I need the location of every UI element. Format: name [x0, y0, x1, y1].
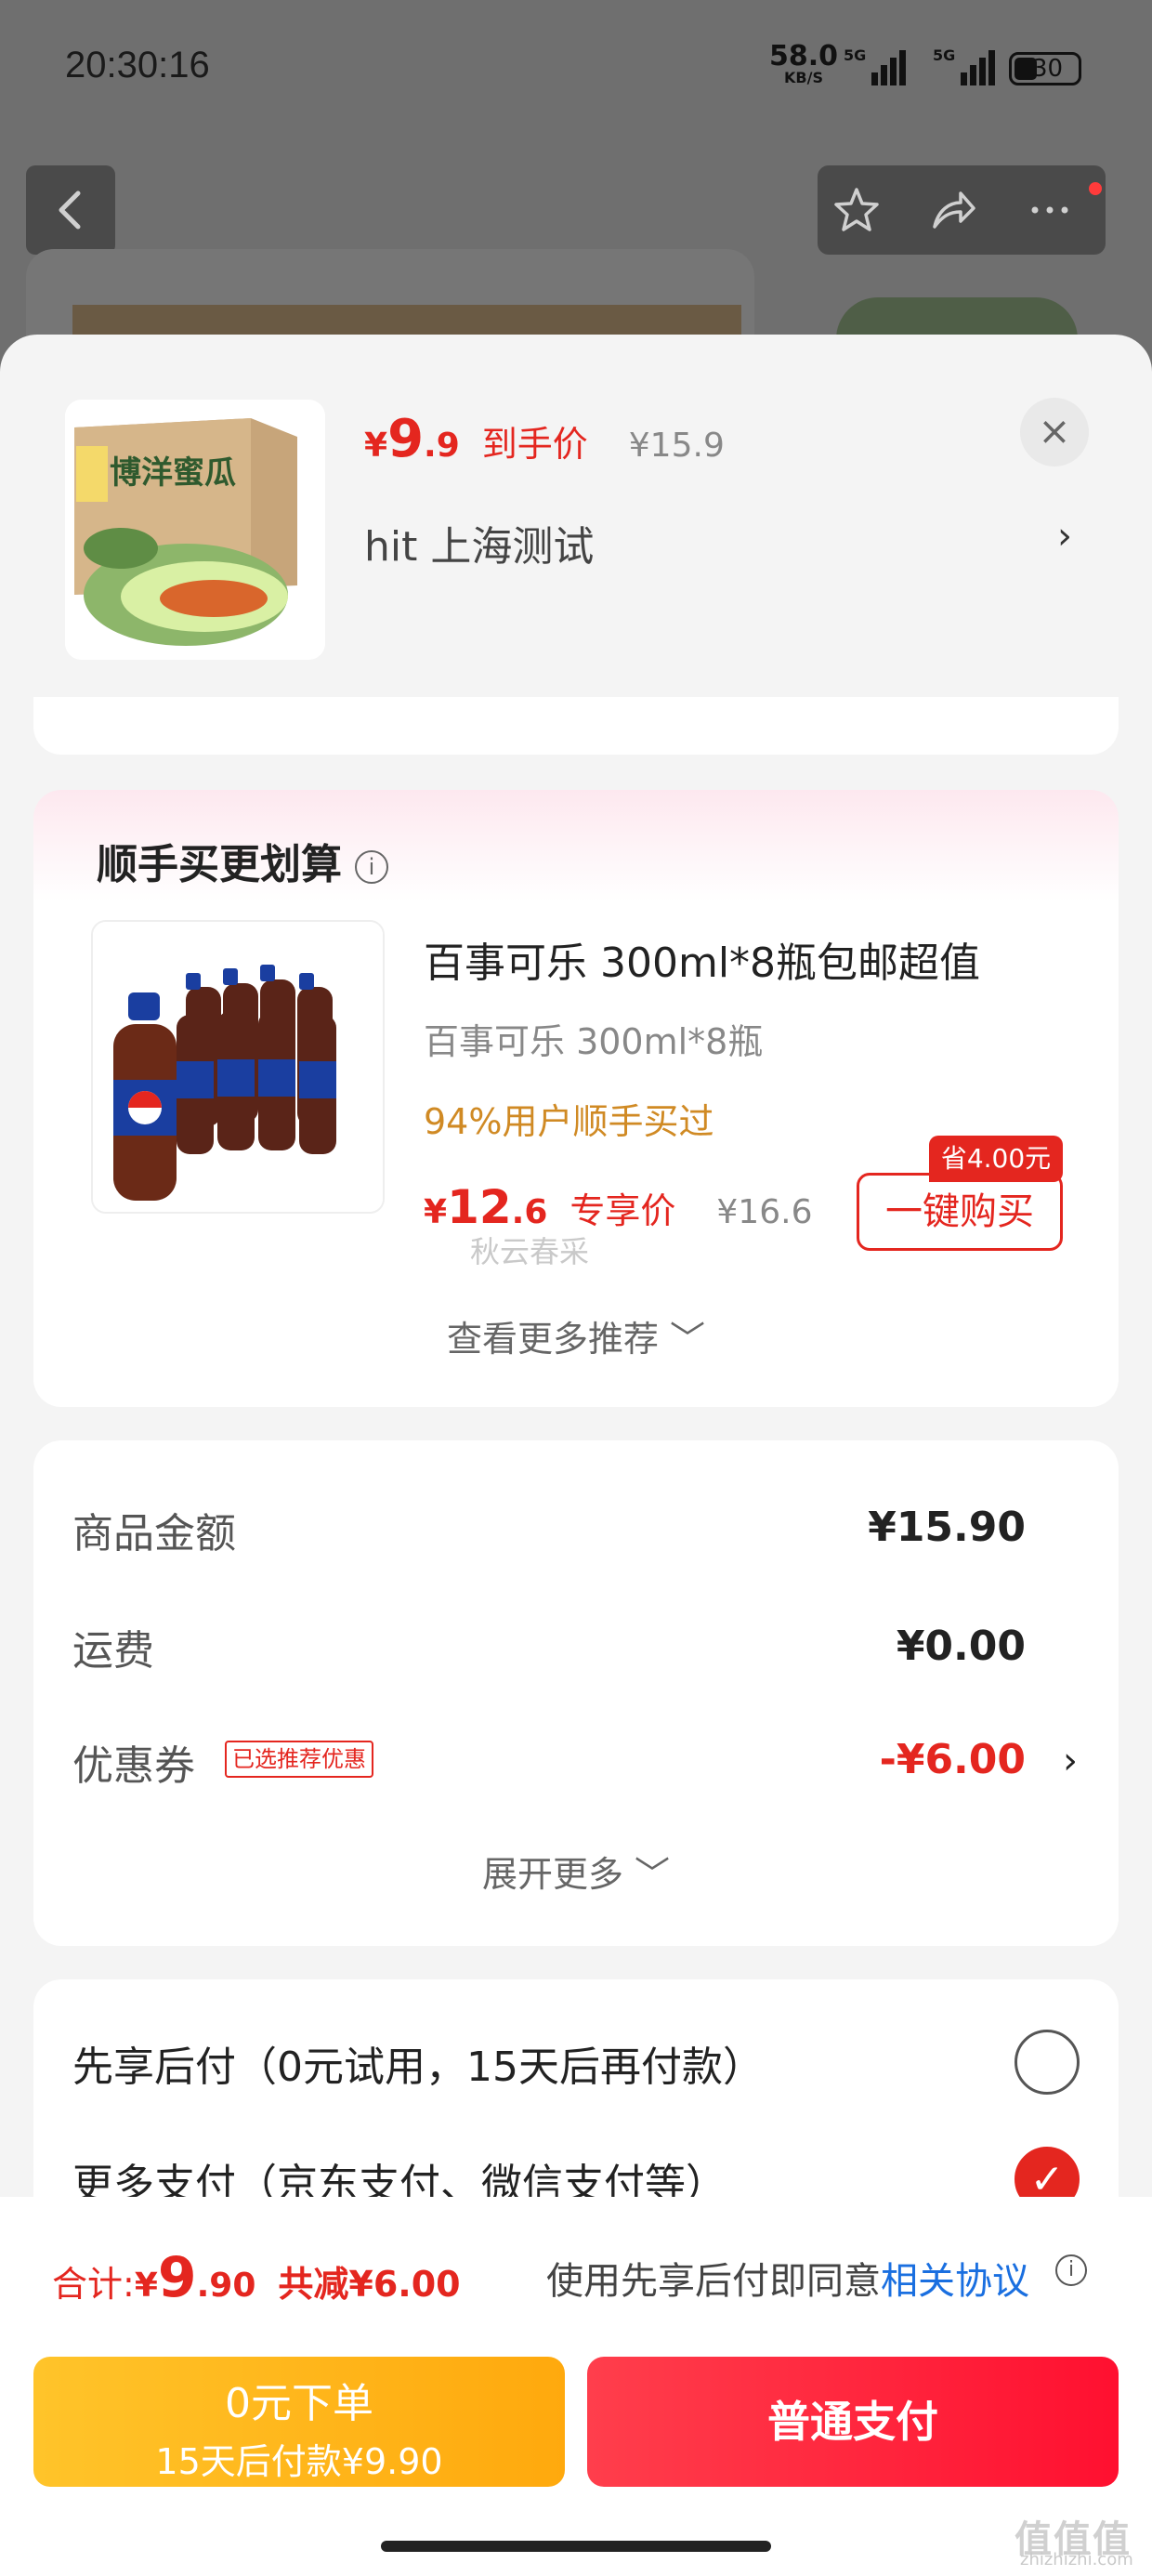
goods-amount-value: ¥15.90 — [868, 1504, 1026, 1551]
pay-later-radio[interactable] — [1015, 2030, 1080, 2095]
coupon-selected-tag: 已选推荐优惠 — [225, 1741, 373, 1778]
more-icon[interactable] — [1026, 186, 1074, 234]
coupon-label[interactable]: 优惠券 — [72, 1732, 195, 1792]
expand-more-link[interactable]: 展开更多 ﹀ — [33, 1846, 1119, 1897]
normal-pay-button[interactable]: 普通支付 — [587, 2357, 1119, 2487]
final-price-label: 到手价 — [481, 424, 588, 465]
top-actions — [818, 165, 1106, 255]
battery-icon: 30 — [1009, 52, 1081, 85]
shipping-value: ¥0.00 — [896, 1623, 1026, 1670]
zero-order-button[interactable]: 0元下单 15天后付款¥9.90 — [33, 2357, 565, 2487]
upsell-price-line: ¥ 12 .6 专享价 ¥16.6 — [424, 1180, 813, 1234]
signal-icon-2: 5G — [933, 46, 995, 85]
info-icon[interactable]: i — [355, 850, 388, 884]
close-icon: × — [1038, 408, 1071, 453]
upsell-card: 顺手买更划算 i 百事可乐 300ml*8瓶包邮超值 百事可乐 300ml*8瓶… — [33, 790, 1119, 1407]
delivery-address[interactable]: hit 上海测试 — [364, 513, 594, 572]
agreement-link[interactable]: 相关协议 — [881, 2260, 1029, 2303]
back-button[interactable] — [26, 165, 115, 255]
status-time: 20:30:16 — [65, 45, 210, 85]
chevron-left-icon — [59, 191, 81, 230]
svg-text:博洋蜜瓜: 博洋蜜瓜 — [110, 454, 236, 492]
product-thumbnail: 博洋蜜瓜 — [65, 400, 325, 660]
signal-icon: 5G — [844, 46, 906, 85]
amounts-card: 商品金额 ¥15.90 运费 ¥0.00 优惠券 已选推荐优惠 -¥6.00 ›… — [33, 1440, 1119, 1946]
coupon-value[interactable]: -¥6.00 — [880, 1736, 1026, 1783]
goods-amount-label: 商品金额 — [72, 1510, 236, 1557]
chevron-right-icon[interactable]: › — [1057, 515, 1072, 558]
one-click-buy-button[interactable]: 一键购买 — [857, 1173, 1063, 1251]
chevron-right-icon[interactable]: › — [1063, 1740, 1078, 1782]
sku-card-bottom — [33, 697, 1119, 755]
checkout-bar: 合计: ¥ 9 .90 共减¥6.00 使用先享后付即同意相关协议 i 0元下单… — [0, 2197, 1152, 2576]
watermark-url: zhizhizhi.com — [1020, 2550, 1133, 2569]
network-speed: 58.0 KB/S — [769, 40, 839, 86]
upsell-product-name[interactable]: 百事可乐 300ml*8瓶包邮超值 — [424, 929, 980, 989]
more-recommendations-link[interactable]: 查看更多推荐 ﹀ — [33, 1310, 1119, 1361]
savings-badge: 省4.00元 — [929, 1136, 1063, 1182]
pay-later-option[interactable]: 先享后付（0元试用，15天后再付款） — [72, 2033, 764, 2093]
agreement-text: 使用先享后付即同意相关协议 — [546, 2260, 1029, 2303]
upsell-thumbnail[interactable] — [91, 920, 385, 1214]
melon-box-image: 博洋蜜瓜 — [65, 400, 325, 660]
original-price: ¥15.9 — [628, 427, 725, 465]
shipping-label: 运费 — [72, 1627, 154, 1675]
share-icon[interactable] — [929, 186, 977, 234]
sheet-header: 博洋蜜瓜 ¥ 9 .9 到手价 ¥15.9 hit 上海测试 › × — [0, 335, 1152, 697]
product-price-line: ¥ 9 .9 到手价 ¥15.9 — [364, 409, 725, 469]
watermark-text: 秋云春采 — [470, 1234, 590, 1269]
home-indicator[interactable] — [381, 2541, 771, 2552]
total-amount: 合计: ¥ 9 .90 共减¥6.00 — [52, 2245, 461, 2310]
upsell-purchase-rate: 94%用户顺手买过 — [424, 1101, 714, 1142]
upsell-original-price: ¥16.6 — [716, 1193, 813, 1231]
pepsi-bottles-image — [93, 922, 383, 1212]
exclusive-price-label: 专享价 — [569, 1190, 676, 1231]
total-reduction: 共减¥6.00 — [278, 2264, 461, 2305]
close-button[interactable]: × — [1020, 398, 1089, 467]
upsell-title: 顺手买更划算 i — [97, 831, 388, 890]
notification-dot — [1087, 180, 1104, 197]
star-icon[interactable] — [832, 186, 881, 234]
status-bar: 20:30:16 58.0 KB/S 5G 5G 30 — [0, 0, 1152, 139]
upsell-product-spec: 百事可乐 300ml*8瓶 — [424, 1021, 764, 1062]
info-icon[interactable]: i — [1055, 2254, 1087, 2286]
